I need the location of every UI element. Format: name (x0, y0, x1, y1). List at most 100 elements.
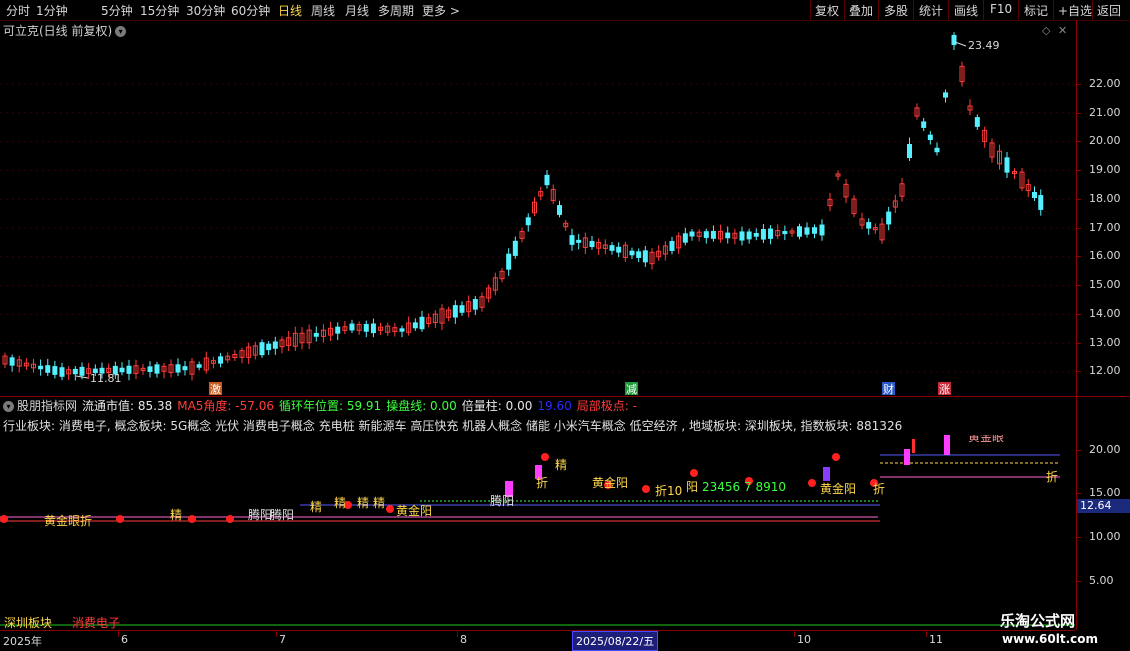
indicator-marker-text: 黄金阳 (396, 503, 432, 518)
signal-dot (386, 505, 394, 513)
signal-dot (188, 515, 196, 523)
indicator-marker-text: 精 (170, 508, 182, 522)
candle-body (335, 326, 341, 334)
period-tab-5min[interactable]: 5分钟 (101, 2, 133, 19)
signal-dot (116, 515, 124, 523)
signal-dot (642, 485, 650, 493)
price-tick: 22.00 (1076, 77, 1121, 90)
toolbar-divider (948, 0, 949, 20)
time-label: 10 (797, 633, 811, 646)
event-tag-label: 减 (626, 383, 637, 396)
time-tick (794, 631, 795, 637)
price-tick: 12.00 (1076, 364, 1121, 377)
f10-button[interactable]: F10 (990, 2, 1012, 16)
candle-body (682, 233, 688, 243)
period-tab-15min[interactable]: 15分钟 (140, 2, 179, 19)
price-tick: 18.00 (1076, 192, 1121, 205)
indicator-tick: 10.00 (1076, 530, 1121, 543)
indicator-marker-text: 折 (873, 481, 885, 496)
indicator-bar (904, 449, 910, 465)
fuquan-button[interactable]: 复权 (815, 2, 839, 19)
add-watchlist-button[interactable]: +自选 (1058, 2, 1092, 19)
candle-body (38, 365, 44, 370)
indicator-number: 19.60 (537, 399, 572, 413)
candle-body (218, 356, 224, 364)
toolbar-divider (1092, 0, 1093, 20)
period-tab-daily[interactable]: 日线 (278, 2, 302, 19)
candle-body (1004, 157, 1010, 173)
indicator-marker-text: 阳 (686, 480, 698, 494)
candle-body (259, 342, 265, 356)
candle-body (544, 174, 550, 186)
industry-sector-label: 消费电子 (72, 616, 121, 630)
candle-body (768, 228, 774, 239)
time-tick (276, 631, 277, 637)
chevron-right-icon: > (449, 4, 460, 18)
signal-dot (690, 469, 698, 477)
period-tab-weekly[interactable]: 周线 (311, 2, 335, 19)
signal-dot (0, 515, 8, 523)
period-tab-multi[interactable]: 多周期 (378, 2, 414, 19)
toolbar-divider (1053, 0, 1054, 20)
candle-body (126, 365, 132, 374)
draw-line-button[interactable]: 画线 (954, 2, 978, 19)
candle-body (79, 366, 85, 376)
indicator-chart[interactable]: 精折黄金阳折10 阳 23456 7 8910 黄金阳 折黄金眼折精精腾阳精精精黄金阳黄… (0, 435, 1075, 630)
candle-body (419, 316, 425, 330)
indicator-marker-text: 腾阳 (490, 493, 514, 508)
candle-body (589, 240, 595, 248)
overlay-button[interactable]: 叠加 (849, 2, 873, 19)
candle-body (399, 328, 405, 332)
watermark-title: 乐淘公式网 (1000, 612, 1076, 630)
mark-button[interactable]: 标记 (1024, 2, 1048, 19)
candle-body (753, 233, 759, 237)
period-toolbar: 分时 1分钟 5分钟 15分钟 30分钟 60分钟 日线 周线 月线 多周期 更… (0, 0, 1130, 21)
candle-body (576, 239, 582, 243)
chevron-down-icon[interactable]: ▾ (3, 401, 14, 412)
multi-stock-button[interactable]: 多股 (884, 2, 908, 19)
candle-body (72, 368, 78, 375)
candle-body (154, 364, 160, 374)
price-tick: 15.00 (1076, 278, 1121, 291)
ma5-angle: MA5角度: -57.06 (177, 399, 274, 413)
period-tab-more[interactable]: 更多 > (422, 2, 460, 19)
candle-body (669, 241, 675, 251)
event-tag-label: 财 (883, 382, 894, 396)
indicator-marker-text: 黄金阳 (820, 481, 856, 496)
price-axis: 22.00 21.00 20.00 19.00 18.00 17.00 16.0… (1076, 20, 1130, 630)
candle-body (636, 251, 642, 258)
time-label: 8 (460, 633, 467, 646)
time-label: 2025年 (3, 635, 42, 648)
price-tick: 21.00 (1076, 106, 1121, 119)
candle-body (459, 305, 465, 313)
candle-body (616, 246, 622, 253)
indicator-marker-text: 23456 7 8910 (702, 480, 786, 494)
candle-body (349, 323, 355, 331)
signal-dot (226, 515, 234, 523)
toolbar-divider (1018, 0, 1019, 20)
candle-body (512, 240, 518, 256)
high-price-label: 23.49 (968, 39, 1000, 52)
stats-button[interactable]: 统计 (919, 2, 943, 19)
candle-body (557, 205, 562, 215)
time-label: 6 (121, 633, 128, 646)
candlestick-chart[interactable]: 23.49 11.81 激 减 财 涨 (0, 20, 1075, 396)
period-tab-60min[interactable]: 60分钟 (231, 2, 270, 19)
period-tab-1min[interactable]: 1分钟 (36, 2, 68, 19)
indicator-tick: 20.00 (1076, 443, 1121, 456)
high-pointer (954, 41, 967, 47)
period-tab-monthly[interactable]: 月线 (345, 2, 369, 19)
toolbar-divider (983, 0, 984, 20)
candle-body (689, 231, 695, 237)
candle-body (974, 117, 980, 127)
double-volume: 倍量柱: 0.00 (461, 399, 533, 413)
candle-body (927, 134, 933, 141)
back-button[interactable]: 返回 (1097, 2, 1121, 19)
operation-line: 操盘线: 0.00 (386, 399, 457, 413)
period-tab-30min[interactable]: 30分钟 (186, 2, 225, 19)
toolbar-divider (844, 0, 845, 20)
period-tab-fenshi[interactable]: 分时 (6, 2, 30, 19)
candle-body (363, 323, 369, 332)
indicator-marker-text: 精 (357, 496, 369, 510)
sector-info: 行业板块: 消费电子, 概念板块: 5G概念 光伏 消费电子概念 充电桩 新能源… (3, 419, 903, 433)
